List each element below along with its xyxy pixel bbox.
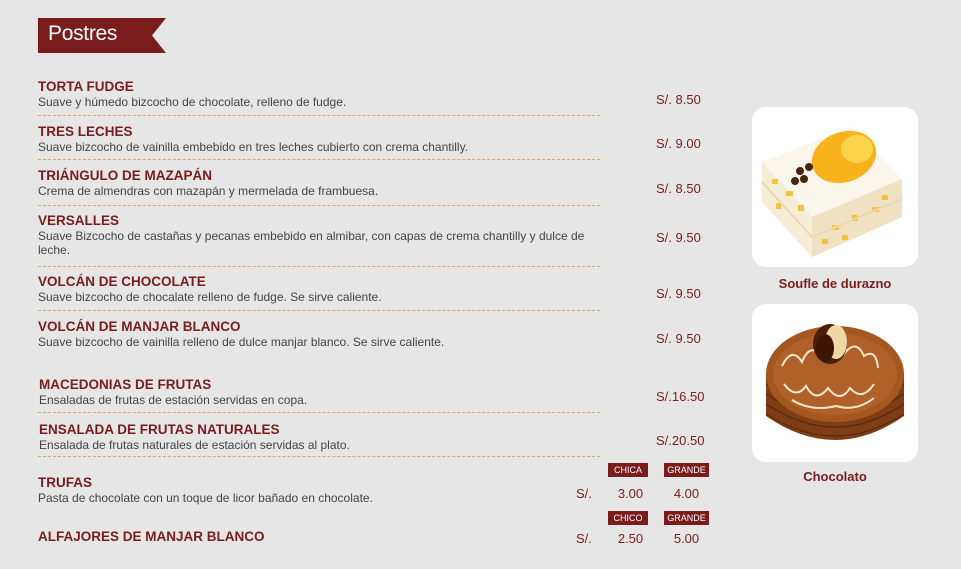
item-price: S/.16.50 bbox=[656, 389, 705, 404]
menu-item: MACEDONIAS DE FRUTAS Ensaladas de frutas… bbox=[39, 377, 601, 407]
menu-item: VERSALLES Suave Bizcocho de castañas y p… bbox=[38, 213, 600, 257]
menu-item: TRES LECHES Suave bizcocho de vainilla e… bbox=[38, 124, 600, 154]
price-small: 2.50 bbox=[617, 531, 644, 546]
item-description: Suave bizcocho de vainilla relleno de du… bbox=[38, 335, 445, 349]
size-tag-small: CHICA bbox=[608, 463, 648, 477]
peach-cake-image bbox=[752, 107, 918, 267]
item-name: VOLCÁN DE CHOCOLATE bbox=[38, 274, 206, 289]
menu-item-alfajores: ALFAJORES DE MANJAR BLANCO bbox=[38, 529, 600, 544]
item-name: TRUFAS bbox=[38, 475, 92, 490]
currency: S/. bbox=[576, 531, 592, 546]
price-large: 4.00 bbox=[673, 486, 700, 501]
item-description: Suave bizcocho de vainilla embebido en t… bbox=[38, 140, 469, 154]
menu-item: TRIÁNGULO DE MAZAPÁN Crema de almendras … bbox=[38, 168, 600, 198]
divider bbox=[38, 205, 600, 206]
item-name: TORTA FUDGE bbox=[38, 79, 134, 94]
divider bbox=[38, 412, 600, 413]
item-description: Suave Bizcocho de castañas y pecanas emb… bbox=[38, 229, 585, 257]
item-description: Ensalada de frutas naturales de estación… bbox=[39, 438, 350, 452]
item-price: S/. 9.50 bbox=[656, 331, 701, 346]
item-name: ENSALADA DE FRUTAS NATURALES bbox=[39, 422, 280, 437]
item-description: Pasta de chocolate con un toque de licor… bbox=[38, 491, 373, 505]
divider bbox=[38, 266, 600, 267]
item-name: TRIÁNGULO DE MAZAPÁN bbox=[38, 168, 212, 183]
divider bbox=[38, 115, 600, 116]
item-price: S/.20.50 bbox=[656, 433, 705, 448]
photo-soufle-de-durazno bbox=[752, 107, 918, 267]
photo-chocolato bbox=[752, 304, 918, 462]
item-name: ALFAJORES DE MANJAR BLANCO bbox=[38, 529, 265, 544]
photo-caption: Chocolato bbox=[803, 469, 867, 484]
menu-item: ENSALADA DE FRUTAS NATURALES Ensalada de… bbox=[39, 422, 601, 452]
item-description: Suave y húmedo bizcocho de chocolate, re… bbox=[38, 95, 347, 109]
item-description: Crema de almendras con mazapán y mermela… bbox=[38, 184, 379, 198]
price-small: 3.00 bbox=[617, 486, 644, 501]
price-large: 5.00 bbox=[673, 531, 700, 546]
item-price: S/. 8.50 bbox=[656, 181, 701, 196]
menu-item: TORTA FUDGE Suave y húmedo bizcocho de c… bbox=[38, 79, 600, 109]
size-tag-large: GRANDE bbox=[664, 511, 709, 525]
divider bbox=[38, 456, 600, 457]
section-banner: Postres bbox=[38, 18, 166, 53]
section-title: Postres bbox=[48, 22, 118, 45]
item-name: MACEDONIAS DE FRUTAS bbox=[39, 377, 212, 392]
divider bbox=[38, 159, 600, 160]
item-price: S/. 9.50 bbox=[656, 286, 701, 301]
photo-caption: Soufle de durazno bbox=[778, 276, 892, 291]
menu-item: VOLCÁN DE CHOCOLATE Suave bizcocho de ch… bbox=[38, 274, 600, 304]
chocolate-cake-image bbox=[752, 304, 918, 462]
item-name: VOLCÁN DE MANJAR BLANCO bbox=[38, 319, 241, 334]
item-name: VERSALLES bbox=[38, 213, 120, 228]
currency: S/. bbox=[576, 486, 592, 501]
size-tag-small: CHICO bbox=[608, 511, 648, 525]
menu-item: VOLCÁN DE MANJAR BLANCO Suave bizcocho d… bbox=[38, 319, 600, 349]
item-price: S/. 9.00 bbox=[656, 136, 701, 151]
divider bbox=[38, 310, 600, 311]
size-tag-large: GRANDE bbox=[664, 463, 709, 477]
menu-item-trufas: TRUFAS Pasta de chocolate con un toque d… bbox=[38, 475, 600, 505]
item-price: S/. 9.50 bbox=[656, 230, 701, 245]
item-description: Suave bizcocho de chocalate relleno de f… bbox=[38, 290, 382, 304]
item-description: Ensaladas de frutas de estación servidas… bbox=[39, 393, 308, 407]
item-price: S/. 8.50 bbox=[656, 92, 701, 107]
item-name: TRES LECHES bbox=[38, 124, 133, 139]
